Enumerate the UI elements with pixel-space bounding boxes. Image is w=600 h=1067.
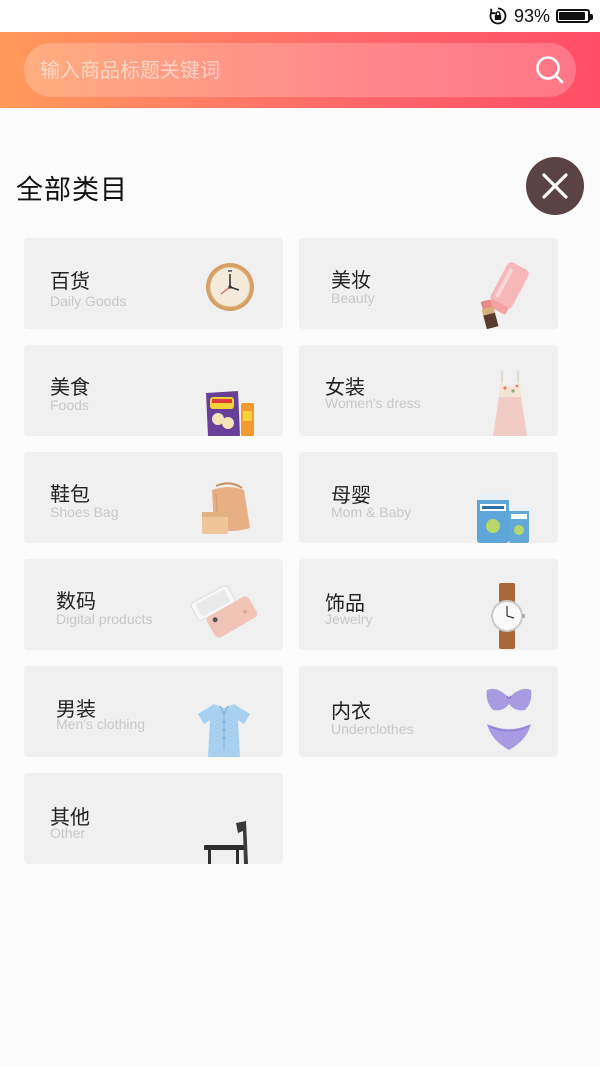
chair-icon	[204, 821, 248, 864]
search-icon[interactable]	[534, 54, 566, 86]
status-indicators: 93%	[488, 5, 593, 27]
category-card-beauty[interactable]: 美妆 Beauty	[299, 238, 558, 329]
close-icon	[542, 173, 568, 199]
category-name-en: Men's clothing	[56, 716, 146, 732]
category-name-cn: 内衣	[331, 699, 371, 723]
status-bar: 93%	[0, 0, 600, 32]
category-name-en: Women's dress	[325, 395, 421, 411]
category-name-cn: 美食	[50, 375, 90, 399]
battery-icon	[556, 9, 593, 23]
category-name-en: Other	[50, 825, 86, 841]
category-name-en: Foods	[50, 397, 89, 413]
lipstick-icon	[480, 262, 529, 329]
category-name-cn: 鞋包	[50, 482, 90, 506]
dress-icon	[493, 371, 527, 436]
category-card-daily-goods[interactable]: 百货 Daily Goods	[24, 238, 283, 329]
wristwatch-icon	[491, 583, 525, 649]
category-card-womens-dress[interactable]: 女装 Women's dress	[299, 345, 558, 436]
category-name-cn: 美妆	[331, 268, 371, 292]
category-card-shoes-bag[interactable]: 鞋包 Shoes Bag	[24, 452, 283, 543]
battery-percent: 93%	[513, 5, 550, 26]
search-input[interactable]	[40, 43, 510, 97]
category-name-cn: 数码	[56, 589, 96, 613]
battery-level	[559, 12, 586, 20]
page-title: 全部类目	[16, 175, 128, 206]
bikini-icon	[486, 688, 532, 750]
search-bar	[24, 43, 576, 97]
shirt-icon	[198, 704, 250, 757]
milk-powder-icon	[477, 494, 529, 543]
handbag-icon	[202, 482, 250, 534]
category-page: 93% 全部类目 百货 Daily Goods	[0, 0, 600, 1067]
category-name-en: Beauty	[331, 290, 375, 306]
rotation-lock-icon	[489, 7, 507, 25]
close-button[interactable]	[526, 157, 584, 215]
category-name-en: Shoes Bag	[50, 504, 119, 520]
category-name-cn: 百货	[50, 269, 90, 293]
snack-bag-icon	[206, 391, 254, 436]
smartphone-icon	[190, 585, 257, 638]
clock-icon	[206, 263, 254, 311]
category-name-en: Digital products	[56, 611, 153, 627]
search-header	[0, 32, 600, 108]
category-card-jewelry[interactable]: 饰品 Jewelry	[299, 559, 558, 650]
category-name-en: Underclothes	[331, 721, 414, 737]
category-name-en: Mom & Baby	[331, 504, 412, 520]
category-name-en: Jewelry	[325, 611, 373, 627]
category-card-other[interactable]: 其他 Other	[24, 773, 283, 864]
category-card-underclothes[interactable]: 内衣 Underclothes	[299, 666, 558, 757]
category-card-foods[interactable]: 美食 Foods	[24, 345, 283, 436]
category-card-mens-clothing[interactable]: 男装 Men's clothing	[24, 666, 283, 757]
category-name-en: Daily Goods	[50, 293, 127, 309]
category-card-digital-products[interactable]: 数码 Digital products	[24, 559, 283, 650]
category-card-mom-baby[interactable]: 母婴 Mom & Baby	[299, 452, 558, 543]
